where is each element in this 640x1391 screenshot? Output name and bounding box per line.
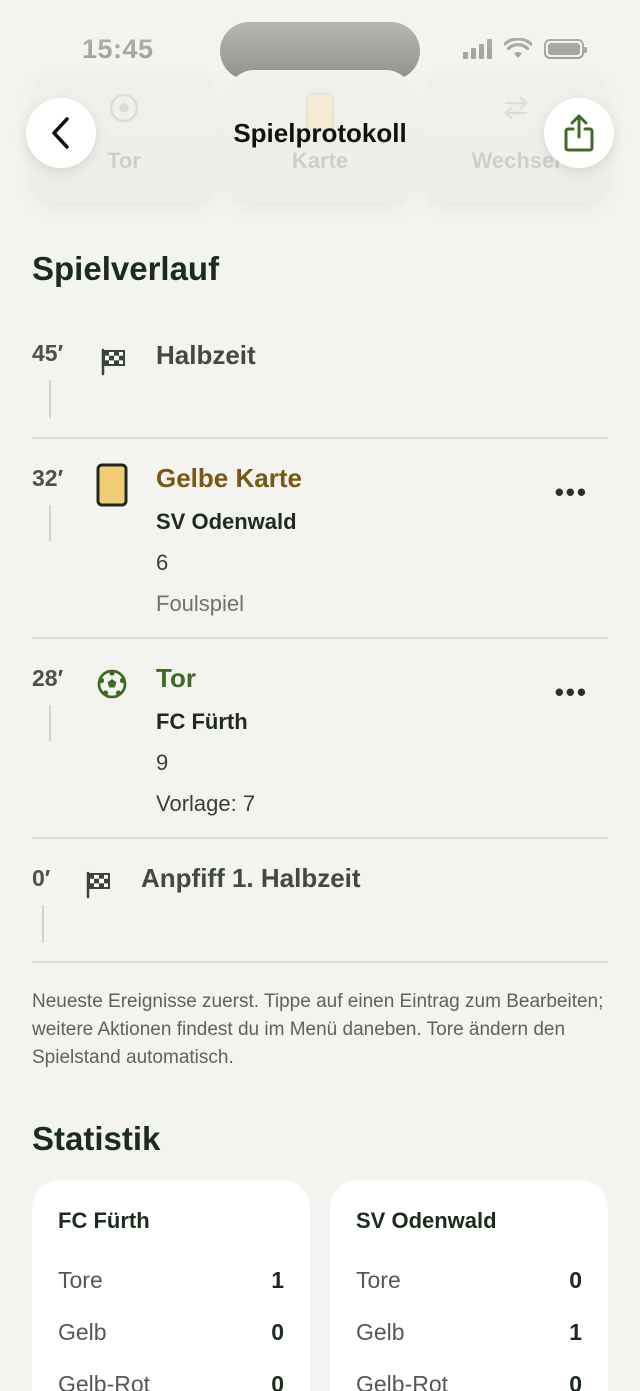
quick-action-label: Tor	[107, 148, 141, 173]
checkered-flag-icon	[86, 871, 110, 899]
event-title: Gelbe Karte	[156, 463, 302, 493]
quick-action-label: Karte	[291, 148, 349, 173]
cellular-signal-icon	[463, 39, 492, 59]
yellow-card-icon	[96, 463, 128, 507]
event-minute: 28′	[32, 665, 64, 691]
share-icon	[564, 114, 594, 152]
event-more-menu-button[interactable]: •••	[555, 477, 588, 508]
quick-action-label: Wechsel	[471, 148, 561, 173]
status-icons	[463, 38, 587, 60]
stat-row: Tore 0	[356, 1254, 582, 1306]
event-note: Foulspiel	[156, 591, 245, 616]
event-minute: 0′	[32, 865, 51, 891]
status-time: 15:45	[82, 34, 154, 64]
team-stats-card: FC Fürth Tore 1 Gelb 0 Gelb-Rot 0	[32, 1180, 310, 1391]
event-minute: 32′	[32, 465, 64, 491]
stat-label: Tore	[58, 1266, 103, 1293]
stat-value: 1	[569, 1318, 582, 1345]
event-note: Vorlage: 7	[156, 791, 256, 816]
timeline-line	[49, 380, 51, 418]
event-title: Halbzeit	[156, 340, 256, 370]
timeline-heading: Spielverlauf	[32, 250, 220, 287]
battery-icon	[544, 39, 587, 59]
event-player: 9	[156, 750, 169, 775]
event-more-menu-button[interactable]: •••	[555, 677, 588, 708]
event-timeline: 45′ Halbzeit 32′ Gelbe Karte SV Odenwald…	[32, 320, 608, 963]
stat-row: Gelb 1	[356, 1306, 582, 1358]
share-button[interactable]	[544, 98, 614, 168]
timeline-hint: Neueste Ereignisse zuerst. Tippe auf ein…	[32, 991, 604, 1068]
stat-label: Tore	[356, 1266, 401, 1293]
stat-value: 0	[569, 1370, 582, 1391]
timeline-line	[49, 705, 51, 741]
stat-row: Gelb-Rot 0	[356, 1358, 582, 1391]
stat-value: 0	[569, 1266, 582, 1293]
wifi-icon	[504, 38, 532, 58]
stat-row: Gelb 0	[58, 1306, 284, 1358]
event-title: Anpfiff 1. Halbzeit	[141, 863, 361, 893]
stat-label: Gelb-Rot	[356, 1370, 449, 1391]
stat-row: Gelb-Rot 0	[58, 1358, 284, 1391]
stat-label: Gelb-Rot	[58, 1370, 151, 1391]
stats-team-name: FC Fürth	[58, 1208, 150, 1233]
event-row-goal[interactable]: 28′ Tor FC Fürth 9 Vorlage: 7 •••	[32, 639, 608, 839]
stats-grid: FC Fürth Tore 1 Gelb 0 Gelb-Rot 0 SV Odenwa…	[32, 1180, 608, 1391]
stat-label: Gelb	[58, 1318, 107, 1345]
event-team: FC Fürth	[156, 709, 248, 734]
event-row-yellow-card[interactable]: 32′ Gelbe Karte SV Odenwald 6 Foulspiel …	[32, 439, 608, 639]
checkered-flag-icon	[101, 348, 125, 376]
timeline-line	[42, 905, 44, 943]
stat-label: Gelb	[356, 1318, 405, 1345]
stat-value: 0	[271, 1370, 284, 1391]
event-minute: 45′	[32, 340, 64, 366]
soccer-ball-icon	[97, 669, 127, 699]
stat-value: 0	[271, 1318, 284, 1345]
stats-heading: Statistik	[32, 1120, 161, 1157]
event-row-kickoff[interactable]: 0′ Anpfiff 1. Halbzeit	[32, 839, 608, 963]
event-team: SV Odenwald	[156, 509, 297, 534]
stats-team-name: SV Odenwald	[356, 1208, 497, 1233]
stat-value: 1	[271, 1266, 284, 1293]
event-row-halftime[interactable]: 45′ Halbzeit	[32, 320, 608, 439]
event-title: Tor	[156, 663, 196, 693]
stat-row: Tore 1	[58, 1254, 284, 1306]
timeline-line	[49, 505, 51, 541]
event-player: 6	[156, 550, 169, 575]
team-stats-card: SV Odenwald Tore 0 Gelb 1 Gelb-Rot 0	[330, 1180, 608, 1391]
